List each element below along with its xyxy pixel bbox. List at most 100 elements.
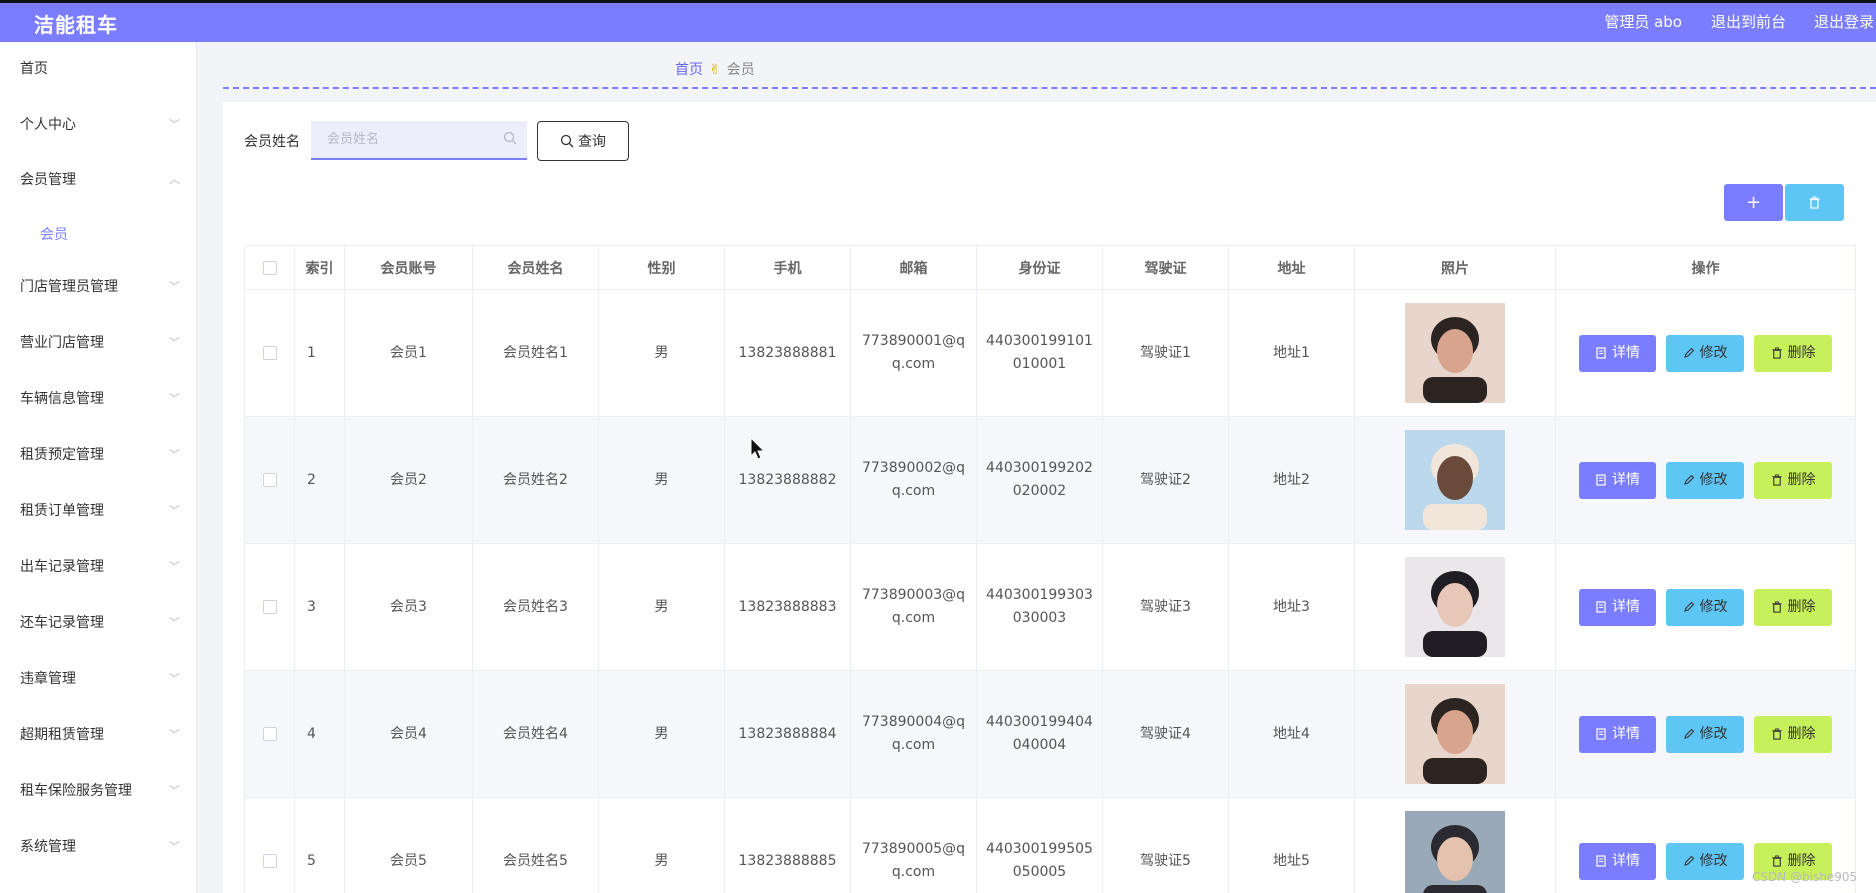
delete-button[interactable]: 删除 — [1754, 588, 1832, 626]
cell-name: 会员姓名3 — [472, 543, 599, 671]
batch-delete-button[interactable] — [1785, 184, 1844, 221]
column-header-phone[interactable]: 手机 — [724, 245, 851, 290]
detail-button-label: 详情 — [1612, 725, 1640, 742]
query-button[interactable]: 查询 — [537, 121, 629, 161]
sidebar-item-personal-center[interactable]: 个人中心 ﹀ — [20, 112, 180, 138]
sidebar-item-label: 首页 — [20, 61, 48, 77]
column-header-email[interactable]: 邮箱 — [850, 245, 977, 290]
row-checkbox[interactable] — [262, 599, 277, 614]
cell-id-card: 440300199404 040004 — [976, 670, 1103, 798]
column-header-actions[interactable]: 操作 — [1555, 245, 1856, 290]
cell-name: 会员姓名1 — [472, 289, 599, 417]
sidebar-item-label: 个人中心 — [20, 117, 76, 133]
delete-button[interactable]: 删除 — [1754, 715, 1832, 753]
sidebar-item-rental-order-management[interactable]: 租赁订单管理 ﹀ — [20, 498, 180, 524]
brand-title: 洁能租车 — [34, 13, 118, 37]
table-row: 4 会员4 会员姓名4 男 13823888884 773890004@q q.com 440… — [244, 670, 1856, 798]
trash-icon — [1771, 601, 1782, 613]
cell-photo — [1354, 289, 1556, 417]
edit-button[interactable]: 修改 — [1666, 334, 1744, 372]
member-photo[interactable] — [1405, 303, 1505, 403]
detail-button[interactable]: 详情 — [1579, 461, 1656, 499]
member-photo[interactable] — [1405, 430, 1505, 530]
cell-license: 驾驶证2 — [1102, 416, 1229, 544]
sidebar-item-system-management[interactable]: 系统管理 ﹀ — [20, 834, 180, 860]
edit-button[interactable]: 修改 — [1666, 842, 1744, 880]
column-header-name[interactable]: 会员姓名 — [472, 245, 599, 290]
member-photo[interactable] — [1405, 557, 1505, 657]
column-header-address[interactable]: 地址 — [1228, 245, 1355, 290]
delete-button[interactable]: 删除 — [1754, 334, 1832, 372]
cell-account: 会员2 — [344, 416, 473, 544]
cell-index: 3 — [294, 543, 345, 671]
cell-id-card: 440300199505 050005 — [976, 797, 1103, 893]
edit-icon — [1683, 601, 1694, 612]
row-checkbox[interactable] — [262, 853, 277, 868]
sidebar-item-label: 超期租赁管理 — [20, 727, 104, 743]
sidebar-item-store-admin-management[interactable]: 门店管理员管理 ﹀ — [20, 274, 180, 300]
detail-button[interactable]: 详情 — [1579, 334, 1656, 372]
sidebar-item-store-management[interactable]: 营业门店管理 ﹀ — [20, 330, 180, 356]
cell-phone: 13823888885 — [724, 797, 851, 893]
id-card-text: 440300199404 — [986, 714, 1093, 730]
cell-gender: 男 — [598, 289, 725, 417]
search-input[interactable] — [311, 121, 491, 157]
row-checkbox[interactable] — [262, 472, 277, 487]
sidebar-item-rental-booking-management[interactable]: 租赁预定管理 ﹀ — [20, 442, 180, 468]
sidebar-item-label: 会员管理 — [20, 172, 76, 188]
email-text: 773890003@q — [861, 587, 966, 603]
edit-button[interactable]: 修改 — [1666, 715, 1744, 753]
cell-name: 会员姓名4 — [472, 670, 599, 798]
row-checkbox[interactable] — [262, 726, 277, 741]
edit-button[interactable]: 修改 — [1666, 461, 1744, 499]
row-select-cell — [244, 543, 295, 671]
cell-account: 会员3 — [344, 543, 473, 671]
cell-actions: 详情 修改 删除 — [1555, 543, 1856, 671]
column-header-account[interactable]: 会员账号 — [344, 245, 473, 290]
delete-button[interactable]: 删除 — [1754, 461, 1832, 499]
cell-photo — [1354, 416, 1556, 544]
id-card-text: 040004 — [1012, 737, 1067, 753]
column-header-photo[interactable]: 照片 — [1354, 245, 1556, 290]
sidebar-item-overdue-rental-management[interactable]: 超期租赁管理 ﹀ — [20, 722, 180, 748]
sidebar-item-departure-record-management[interactable]: 出车记录管理 ﹀ — [20, 554, 180, 580]
member-photo[interactable] — [1405, 811, 1505, 893]
cell-address: 地址4 — [1228, 670, 1355, 798]
detail-button[interactable]: 详情 — [1579, 588, 1656, 626]
add-button[interactable]: + — [1724, 184, 1783, 221]
sidebar-item-return-record-management[interactable]: 还车记录管理 ﹀ — [20, 610, 180, 636]
breadcrumb-home[interactable]: 首页 — [675, 62, 703, 78]
sidebar-item-member-management[interactable]: 会员管理 ︿ — [20, 167, 180, 193]
cell-actions: 详情 修改 删除 — [1555, 289, 1856, 417]
member-photo[interactable] — [1405, 684, 1505, 784]
cell-phone: 13823888884 — [724, 670, 851, 798]
cell-account: 会员4 — [344, 670, 473, 798]
column-header-id-card[interactable]: 身份证 — [976, 245, 1103, 290]
sidebar-item-violation-management[interactable]: 违章管理 ﹀ — [20, 666, 180, 692]
sidebar-item-insurance-management[interactable]: 租车保险服务管理 ﹀ — [20, 778, 180, 804]
chevron-down-icon: ﹀ — [169, 118, 180, 131]
chevron-down-icon: ﹀ — [169, 336, 180, 349]
column-header-gender[interactable]: 性别 — [598, 245, 725, 290]
sidebar-item-home[interactable]: 首页 — [20, 56, 180, 82]
cell-account: 会员5 — [344, 797, 473, 893]
mouse-cursor-icon — [750, 437, 766, 460]
sidebar-subitem-member[interactable]: 会员 — [40, 222, 160, 248]
table-row: 3 会员3 会员姓名3 男 13823888883 773890003@q q.com 440… — [244, 543, 1856, 671]
chevron-down-icon: ﹀ — [169, 560, 180, 573]
edit-icon — [1683, 855, 1694, 866]
detail-button[interactable]: 详情 — [1579, 842, 1656, 880]
delete-button-label: 删除 — [1787, 598, 1816, 615]
back-to-front-link[interactable]: 退出到前台 — [1711, 11, 1786, 32]
cell-phone: 13823888883 — [724, 543, 851, 671]
id-card-text: 440300199202 — [986, 460, 1093, 476]
logout-link[interactable]: 退出登录 — [1814, 11, 1874, 32]
row-checkbox[interactable] — [262, 345, 277, 360]
select-all-checkbox[interactable] — [262, 260, 277, 275]
edit-button[interactable]: 修改 — [1666, 588, 1744, 626]
detail-button[interactable]: 详情 — [1579, 715, 1656, 753]
trash-icon — [1809, 196, 1820, 209]
column-header-index[interactable]: 索引 — [294, 245, 345, 290]
column-header-license[interactable]: 驾驶证 — [1102, 245, 1229, 290]
sidebar-item-vehicle-management[interactable]: 车辆信息管理 ﹀ — [20, 386, 180, 412]
